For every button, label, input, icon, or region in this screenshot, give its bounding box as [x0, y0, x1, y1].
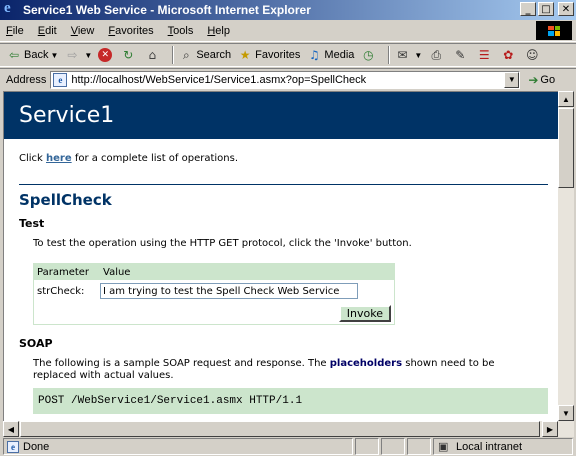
menu-bar: File Edit View Favorites Tools Help	[0, 20, 576, 42]
home-icon: ⌂	[148, 48, 157, 62]
messenger-button[interactable]: ☺	[524, 45, 542, 65]
toolbar-separator	[388, 46, 391, 64]
scroll-down-button[interactable]: ▼	[558, 405, 574, 421]
menu-favorites[interactable]: Favorites	[108, 25, 153, 37]
edit-button[interactable]: ✎	[452, 45, 470, 65]
status-pane	[381, 438, 405, 455]
forward-dropdown-icon[interactable]: ▼	[84, 51, 92, 60]
refresh-icon: ↻	[123, 48, 134, 62]
history-button[interactable]: ◷	[360, 45, 378, 65]
address-label: Address	[6, 73, 47, 86]
intro-text: Click here for a complete list of operat…	[19, 153, 239, 164]
history-icon: ◷	[363, 48, 374, 62]
minimize-button[interactable]: _	[520, 2, 536, 16]
soap-request-code: POST /WebService1/Service1.asmx HTTP/1.1	[33, 388, 548, 414]
parameter-table-header: Parameter Value	[34, 264, 394, 280]
operations-list-link[interactable]: here	[46, 153, 72, 164]
discuss-button[interactable]: ☰	[476, 45, 494, 65]
parameter-row: strCheck:	[34, 280, 394, 302]
go-arrow-icon: ➔	[528, 72, 539, 87]
research-icon: ✿	[503, 48, 514, 62]
stop-button[interactable]: ✕	[98, 45, 114, 65]
invoke-button[interactable]: Invoke	[338, 304, 391, 322]
go-button[interactable]: ➔ Go	[528, 73, 555, 87]
test-description: To test the operation using the HTTP GET…	[33, 238, 412, 249]
page-done-icon: e	[7, 440, 19, 453]
test-heading: Test	[19, 217, 45, 230]
status-main-pane: e Done	[3, 438, 353, 455]
scroll-left-button[interactable]: ◀	[3, 421, 19, 437]
standard-toolbar: ⇦ Back ▼ ⇨ ▼ ✕ ↻ ⌂ ⌕ Search ★ Favorites ♫ Medi…	[0, 43, 576, 67]
forward-arrow-icon: ⇨	[67, 48, 78, 62]
parameter-table: Parameter Value strCheck: Invoke	[33, 263, 395, 325]
operation-title: SpellCheck	[19, 184, 548, 209]
vertical-scroll-thumb[interactable]	[558, 108, 574, 188]
refresh-button[interactable]: ↻	[120, 45, 138, 65]
status-text: Done	[23, 440, 50, 453]
soap-heading: SOAP	[19, 337, 53, 350]
scroll-up-button[interactable]: ▲	[558, 91, 574, 107]
security-zone-pane: ▣ Local intranet	[433, 438, 573, 455]
address-bar: Address e http://localhost/WebService1/S…	[0, 68, 576, 90]
status-pane	[355, 438, 379, 455]
window-title: Service1 Web Service - Microsoft Interne…	[23, 3, 311, 17]
printer-icon: ⎙	[431, 48, 442, 62]
soap-description: The following is a sample SOAP request a…	[33, 358, 495, 381]
horizontal-scrollbar[interactable]: ◀ ▶	[3, 421, 574, 437]
window-controls: _ □ ✕	[520, 2, 574, 16]
back-dropdown-icon[interactable]: ▼	[50, 51, 58, 60]
search-button[interactable]: ⌕ Search	[178, 45, 231, 65]
mail-button[interactable]: ✉ ▼	[394, 45, 422, 65]
close-button[interactable]: ✕	[558, 2, 574, 16]
page-content: Service1 Click here for a complete list …	[3, 91, 558, 421]
menu-edit[interactable]: Edit	[38, 25, 57, 37]
status-pane	[407, 438, 431, 455]
param-name: strCheck:	[37, 285, 85, 297]
menu-help[interactable]: Help	[207, 25, 230, 37]
service-heading: Service1	[4, 92, 558, 139]
horizontal-scroll-thumb[interactable]	[20, 421, 540, 437]
column-parameter: Parameter	[37, 266, 90, 278]
home-button[interactable]: ⌂	[144, 45, 162, 65]
back-arrow-icon: ⇦	[8, 48, 20, 62]
strcheck-input[interactable]	[100, 283, 358, 299]
stop-icon: ✕	[98, 48, 113, 62]
media-icon: ♫	[309, 48, 320, 62]
favorites-icon: ★	[239, 48, 251, 62]
mail-icon: ✉	[397, 48, 408, 62]
menu-view[interactable]: View	[71, 25, 95, 37]
menu-file[interactable]: File	[6, 25, 24, 37]
vertical-scrollbar[interactable]: ▲ ▼	[558, 91, 574, 421]
page-icon: e	[53, 72, 68, 87]
address-dropdown-button[interactable]: ▼	[504, 71, 520, 88]
intranet-icon: ▣	[438, 439, 449, 453]
address-input[interactable]: e http://localhost/WebService1/Service1.…	[50, 70, 521, 89]
scroll-right-button[interactable]: ▶	[542, 421, 558, 437]
windows-logo-icon	[536, 21, 572, 40]
discuss-icon: ☰	[478, 48, 490, 62]
column-value: Value	[103, 266, 131, 278]
title-bar: e Service1 Web Service - Microsoft Inter…	[0, 0, 576, 20]
action-row: Invoke	[34, 302, 394, 324]
status-bar: e Done ▣ Local intranet	[0, 437, 576, 456]
placeholders-term: placeholders	[329, 358, 403, 369]
media-button[interactable]: ♫ Media	[306, 45, 354, 65]
edit-page-icon: ✎	[455, 48, 466, 62]
search-icon: ⌕	[182, 48, 190, 62]
maximize-button[interactable]: □	[538, 2, 554, 16]
menu-tools[interactable]: Tools	[168, 25, 194, 37]
address-url[interactable]: http://localhost/WebService1/Service1.as…	[71, 74, 366, 86]
back-button[interactable]: ⇦ Back ▼	[6, 45, 58, 65]
ie-icon: e	[4, 0, 11, 16]
toolbar-separator	[172, 46, 175, 64]
mail-dropdown-icon[interactable]: ▼	[414, 51, 422, 60]
research-button[interactable]: ✿	[500, 45, 518, 65]
messenger-icon: ☺	[526, 48, 539, 62]
forward-button[interactable]: ⇨ ▼	[64, 45, 92, 65]
print-button[interactable]: ⎙	[428, 45, 446, 65]
favorites-button[interactable]: ★ Favorites	[237, 45, 301, 65]
security-zone-label: Local intranet	[456, 440, 523, 453]
